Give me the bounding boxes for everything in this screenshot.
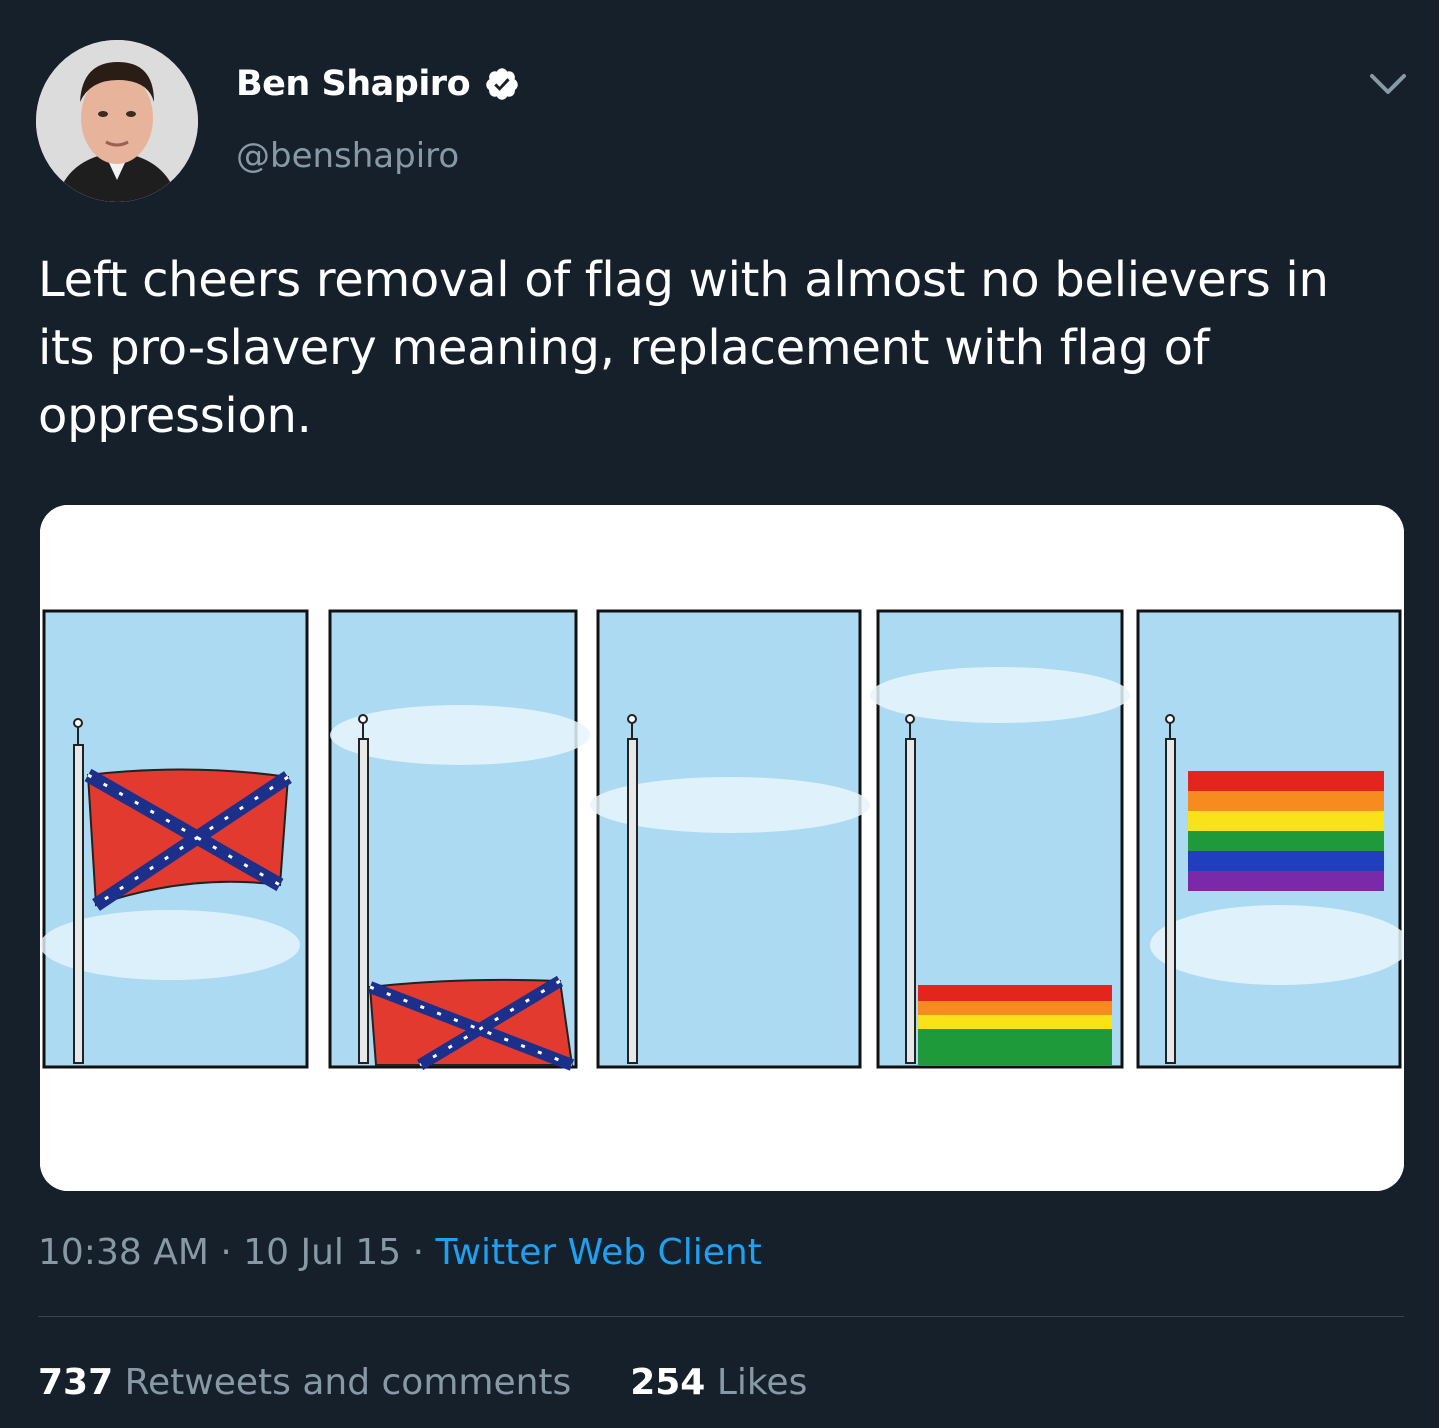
retweets-label: Retweets and comments bbox=[124, 1362, 572, 1403]
tweet-meta: 10:38 AM · 10 Jul 15 · Twitter Web Clien… bbox=[38, 1232, 762, 1273]
cartoon-image bbox=[40, 505, 1404, 1191]
tweet-date[interactable]: 10 Jul 15 bbox=[243, 1232, 401, 1273]
meta-separator: · bbox=[208, 1232, 244, 1273]
divider bbox=[38, 1316, 1404, 1317]
likes-label: Likes bbox=[716, 1362, 808, 1403]
author-name-row[interactable]: Ben Shapiro bbox=[236, 64, 520, 104]
author-handle[interactable]: @benshapiro bbox=[236, 136, 459, 176]
tweet-stats: 737 Retweets and comments 254 Likes bbox=[38, 1362, 807, 1403]
verified-badge-icon bbox=[486, 68, 518, 100]
avatar-image bbox=[36, 40, 198, 202]
panel-4 bbox=[870, 609, 1130, 1069]
tweet-text: Left cheers removal of flag with almost … bbox=[38, 252, 1329, 444]
author-name[interactable]: Ben Shapiro bbox=[236, 64, 471, 104]
retweets-count: 737 bbox=[38, 1362, 114, 1403]
chevron-down-icon[interactable] bbox=[1366, 66, 1410, 102]
panel-1 bbox=[40, 609, 309, 1069]
panel-2 bbox=[328, 609, 590, 1071]
tweet-media[interactable] bbox=[40, 505, 1404, 1191]
retweets-stat[interactable]: 737 Retweets and comments bbox=[38, 1362, 583, 1403]
panel-5 bbox=[1136, 609, 1404, 1069]
meta-separator: · bbox=[401, 1232, 436, 1273]
tweet-time[interactable]: 10:38 AM bbox=[38, 1232, 209, 1273]
likes-count: 254 bbox=[630, 1362, 706, 1403]
panel-3 bbox=[590, 609, 870, 1069]
tweet-client-link[interactable]: Twitter Web Client bbox=[436, 1232, 762, 1273]
likes-stat[interactable]: 254 Likes bbox=[630, 1362, 807, 1403]
avatar[interactable] bbox=[36, 40, 198, 202]
